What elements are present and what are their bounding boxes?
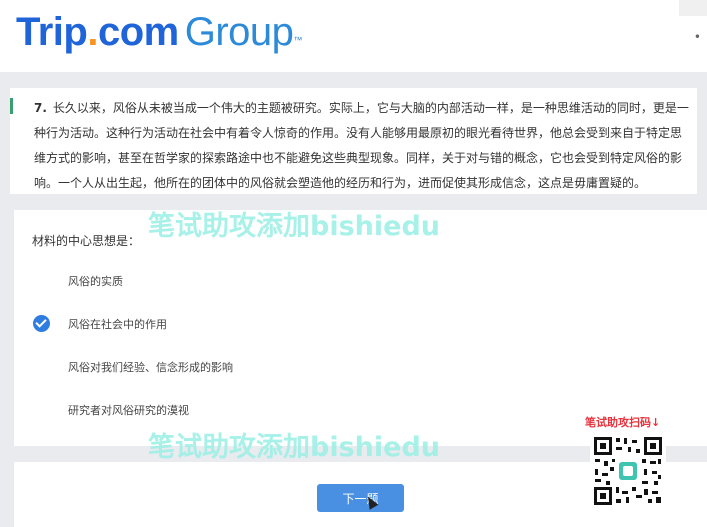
option-b[interactable]: 风俗在社会中的作用 xyxy=(14,309,707,339)
logo-trademark: ™ xyxy=(293,35,302,45)
qr-code-graphic xyxy=(592,435,664,507)
next-question-button[interactable]: 下一题 xyxy=(317,484,404,512)
logo-group-text: Group xyxy=(184,10,294,54)
header-side-icon: • xyxy=(693,30,701,44)
option-a[interactable]: 风俗的实质 xyxy=(14,266,707,296)
question-accent-bar xyxy=(10,98,13,114)
option-label: 研究者对风俗研究的漠视 xyxy=(68,404,189,417)
options-card: 材料的中心思想是： 风俗的实质 风俗在社会中的作用 风俗对我们经验、信念形成的影… xyxy=(14,210,707,446)
question-card: 7. 长久以来，风俗从未被当成一个伟大的主题被研究。实际上，它与大脑的内部活动一样… xyxy=(10,88,697,194)
option-label: 风俗对我们经验、信念形成的影响 xyxy=(68,361,233,374)
logo-dot: . xyxy=(87,10,98,54)
header: Trip.com Group™ • xyxy=(0,0,707,72)
question-body: 长久以来，风俗从未被当成一个伟大的主题被研究。实际上，它与大脑的内部活动一样，是… xyxy=(34,101,689,190)
option-label: 风俗的实质 xyxy=(68,275,123,288)
question-text-block: 7. 长久以来，风俗从未被当成一个伟大的主题被研究。实际上，它与大脑的内部活动一样… xyxy=(34,96,690,196)
option-c[interactable]: 风俗对我们经验、信念形成的影响 xyxy=(14,352,707,382)
header-corner-widget xyxy=(679,0,707,16)
logo-com-text: com xyxy=(97,10,179,54)
logo-brand-text: Trip xyxy=(16,10,88,54)
question-prompt: 材料的中心思想是： xyxy=(32,234,141,248)
option-label: 风俗在社会中的作用 xyxy=(68,318,167,331)
qr-code-icon xyxy=(590,433,666,509)
checked-circle-icon[interactable] xyxy=(33,315,50,332)
radio-icon[interactable] xyxy=(33,272,50,289)
qr-caption: 笔试助攻扫码↓ xyxy=(585,416,661,429)
radio-icon[interactable] xyxy=(33,358,50,375)
question-number: 7. xyxy=(34,101,47,115)
trip-com-group-logo: Trip.com Group™ xyxy=(16,8,302,56)
radio-icon[interactable] xyxy=(33,401,50,418)
